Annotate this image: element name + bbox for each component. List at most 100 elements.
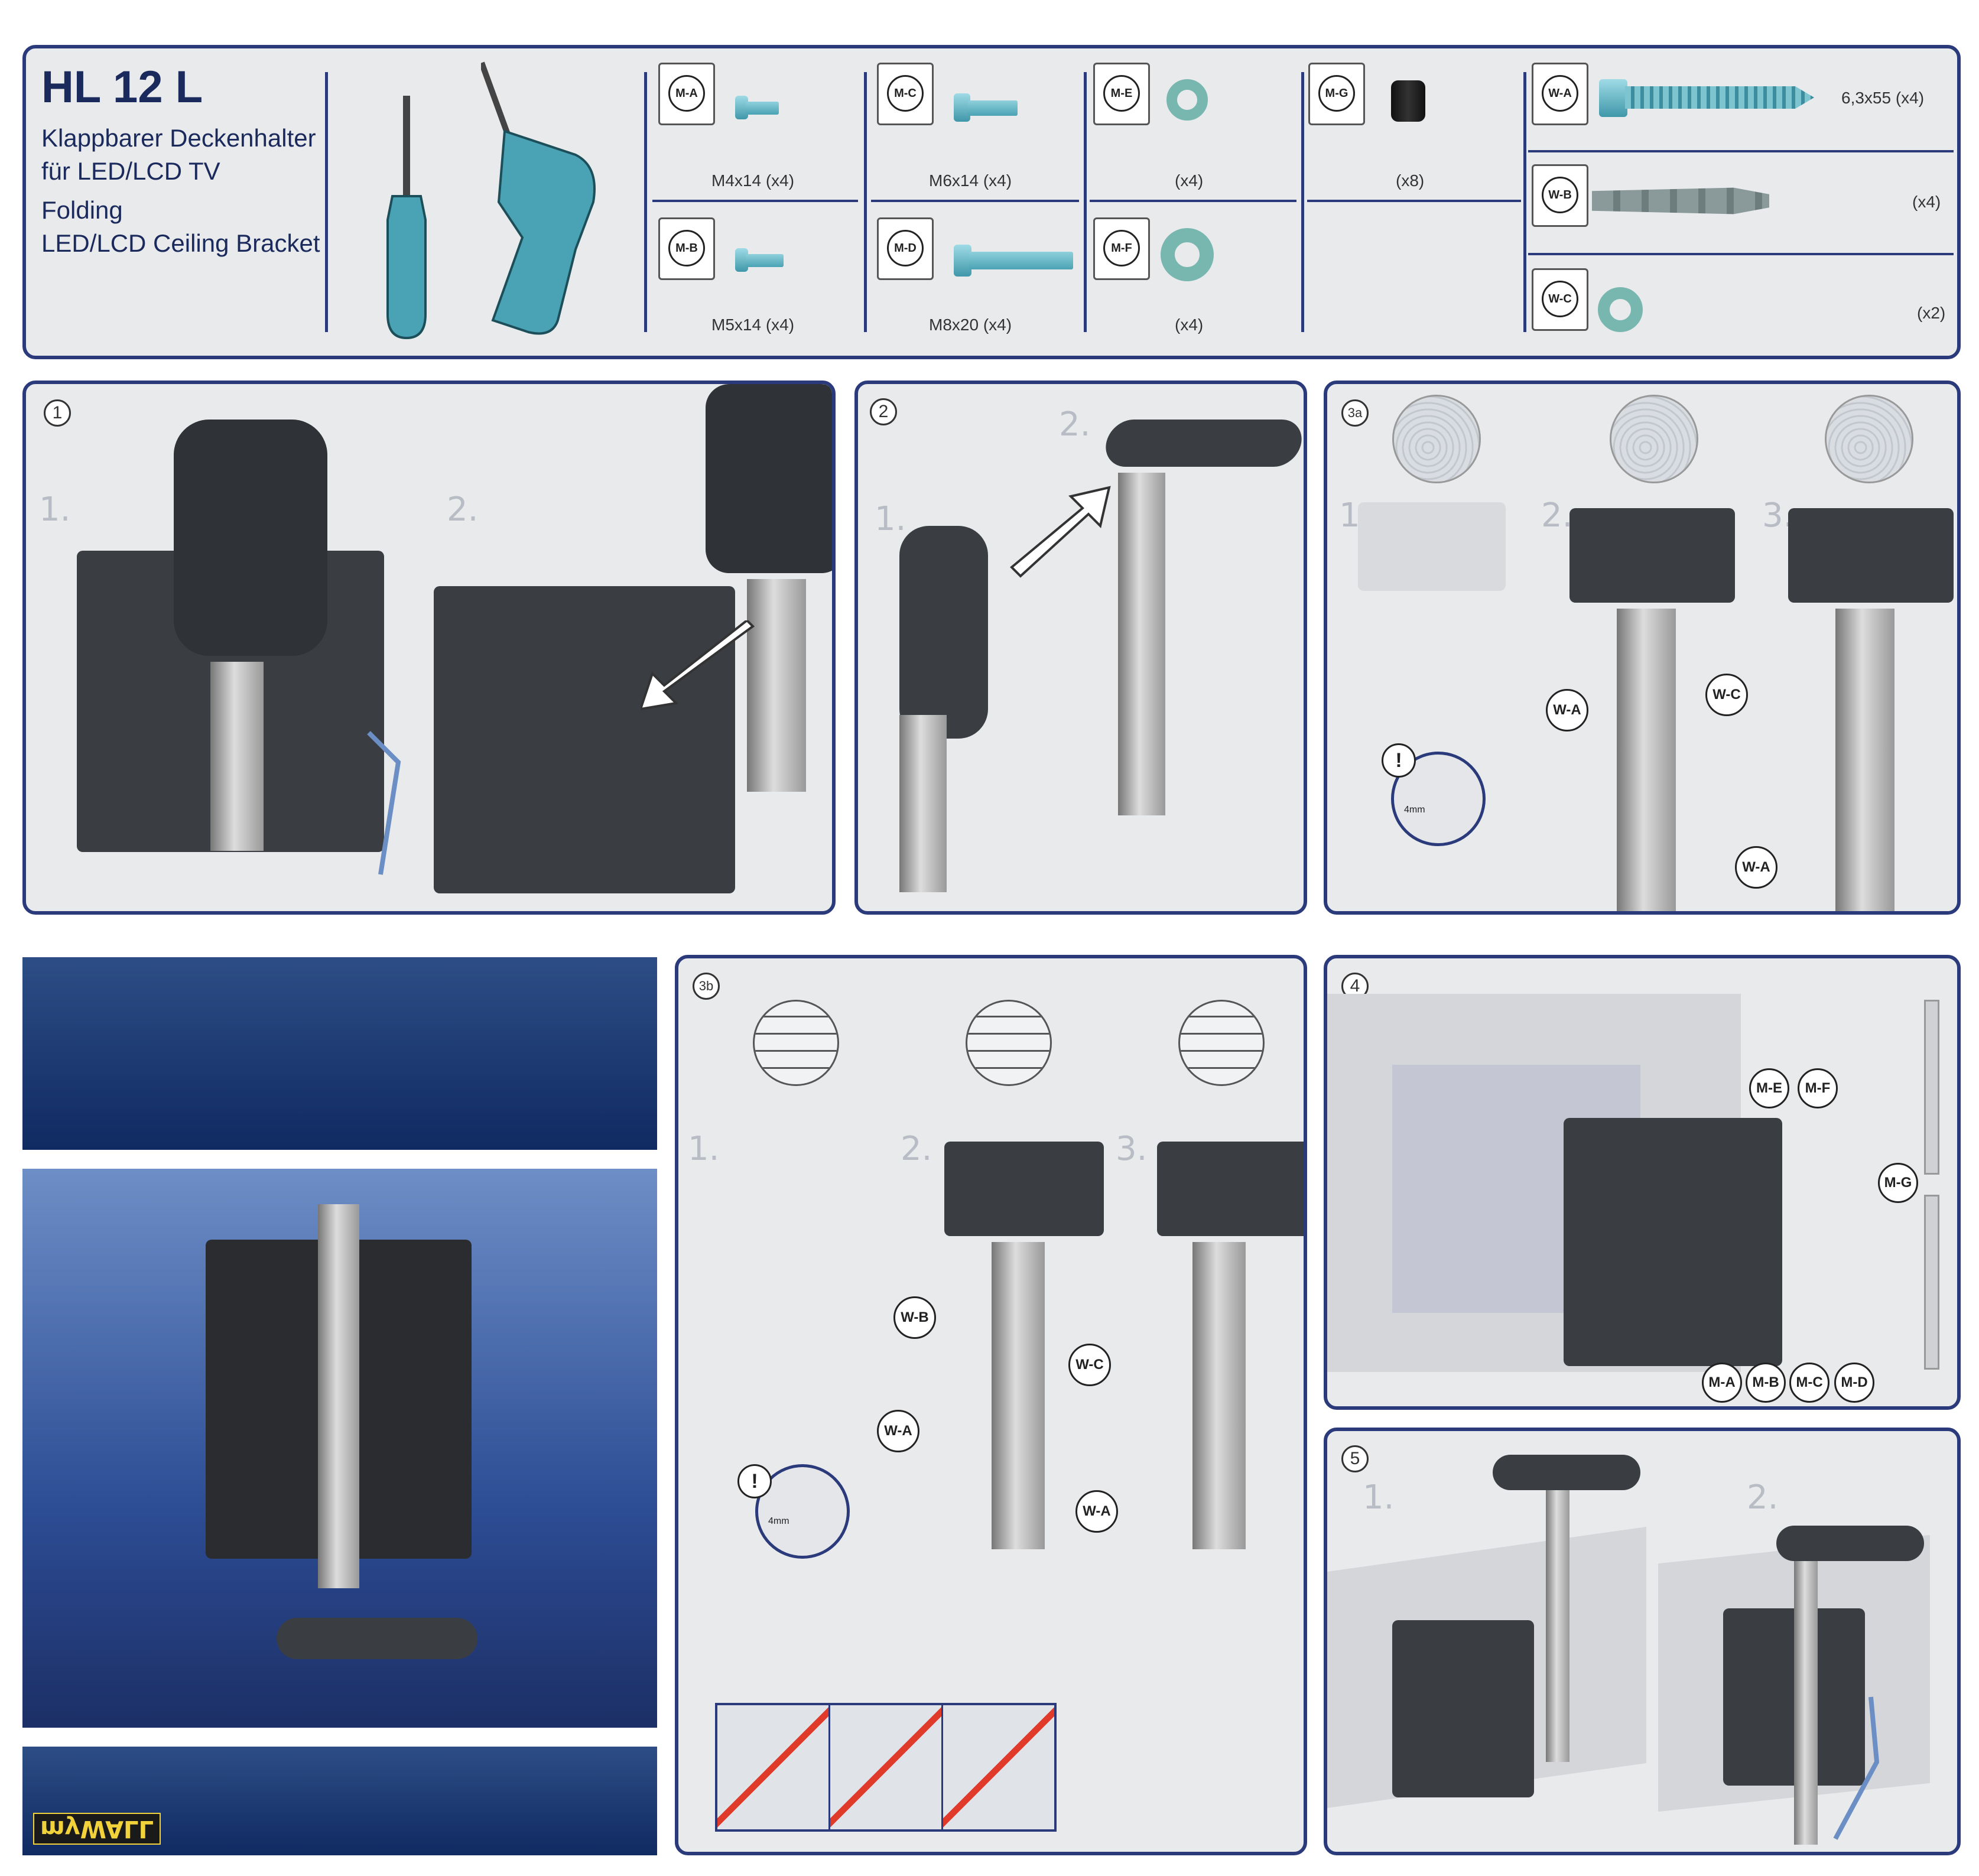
support-arm [210,662,264,851]
brick-wall-icon [966,1000,1052,1086]
callout-m-d: M-D [1834,1363,1874,1403]
label-w-c: (x2) [1917,304,1946,322]
bag-w-b: W-B [1532,164,1588,227]
callout-w-a: W-A [1735,846,1777,889]
label-m-b: M5x14 (x4) [711,316,795,334]
tag-m-f: M-F [1103,230,1140,266]
spacer-side-view [1924,1195,1939,1370]
depth-label: 4mm [768,1516,789,1526]
brick-wall-icon [753,1000,839,1086]
label-m-g: (x8) [1396,171,1425,190]
warning-icon: ! [737,1464,772,1498]
step-number: 2 [870,398,897,425]
substep-label: 1. [1363,1478,1395,1517]
tilt-head [706,384,832,573]
step-number: 3a [1341,399,1369,427]
callout-m-g: M-G [1878,1163,1918,1203]
warning-no-gas [943,1705,1054,1829]
support-arm [1546,1490,1569,1762]
screw-m-b-shaft [746,254,784,267]
label-m-c: M6x14 (x4) [929,171,1012,190]
support-arm [1794,1561,1818,1845]
ceiling-plate [944,1142,1104,1236]
ceiling-plate [277,1618,477,1659]
arrow-icon [1010,486,1111,578]
tag-m-c: M-C [887,75,924,112]
tag-w-a: W-A [1542,75,1578,112]
callout-m-a: M-A [1702,1363,1742,1403]
title-de-line2: für LED/LCD TV [41,157,220,185]
support-arm [1617,609,1676,911]
washer-m-f-icon [1161,228,1214,281]
ceiling-plate [1493,1455,1640,1490]
substep-label: 2. [1747,1478,1779,1517]
tag-m-b: M-B [668,230,705,266]
ceiling-plate [1788,508,1954,603]
substep-label: 3. [1116,1130,1148,1168]
safety-warning-box [715,1703,1057,1832]
brick-wall-icon [1178,1000,1265,1086]
bag-w-c: W-C [1532,268,1588,331]
model-title: HL 12 L [41,62,203,112]
bag-m-b: M-B [658,217,715,280]
callout-m-f: M-F [1798,1068,1838,1108]
step-3b-panel: 3b 1. 2. 3. W-B W-A W-C W-A ! 4mm [675,955,1307,1855]
depth-label: 4mm [1404,805,1425,815]
blue-banner-top [22,957,657,1150]
tag-m-e: M-E [1103,75,1140,112]
title-en-line1: Folding [41,196,123,224]
arrow-icon [641,620,755,711]
step-number: 3b [693,973,720,1000]
blue-banner-bottom: myWALL [22,1747,657,1855]
divider [1528,150,1954,152]
callout-m-c: M-C [1789,1363,1829,1403]
screwdriver-icon [386,96,427,340]
ceiling-plate [1101,420,1304,467]
cap-m-g-icon [1391,80,1425,122]
callout-m-b: M-B [1746,1363,1786,1403]
tilt-head [899,526,988,739]
bag-w-a: W-A [1532,63,1588,125]
label-m-d: M8x20 (x4) [929,316,1012,334]
callout-w-c: W-C [1705,674,1748,716]
allen-key-icon [367,731,401,875]
screw-m-a-shaft [746,102,779,115]
substep-label: 1. [875,500,906,538]
vesa-plate [1392,1620,1534,1797]
bag-m-g: M-G [1308,63,1365,125]
bag-m-f: M-F [1093,217,1150,280]
washer-m-e-icon [1166,79,1208,121]
warning-no-electric [717,1705,830,1829]
ceiling-plate [1776,1526,1924,1561]
label-m-f: (x4) [1175,316,1204,334]
warning-icon: ! [1382,743,1416,778]
ceiling-plate [1569,508,1735,603]
support-arm [318,1204,359,1588]
tag-m-a: M-A [668,75,705,112]
bag-m-e: M-E [1093,63,1150,125]
support-arm [992,1242,1045,1549]
divider [1084,72,1087,332]
divider [1528,253,1954,255]
substep-label: 2. [1541,496,1573,535]
wood-ceiling-icon [1825,395,1913,483]
divider [1301,72,1304,332]
substep-label: 1. [688,1130,720,1168]
drill-icon [481,61,596,335]
wood-ceiling-icon [1610,395,1698,483]
brand-logo: myWALL [33,1813,161,1845]
product-photo [22,1169,657,1728]
spacer-side-view [1924,1000,1939,1175]
header-panel: HL 12 L Klappbarer Deckenhalter für LED/… [22,45,1961,359]
substep-label: 2. [447,490,479,529]
step-1-panel: 1 1. 2. [22,381,836,915]
callout-w-a: W-A [1075,1490,1118,1533]
label-w-a: 6,3x55 (x4) [1841,89,1925,107]
substep-label: 2. [901,1130,932,1168]
step-4-panel: 4 M-E M-F M-G M-A M-B M-C M-D [1324,955,1961,1410]
step-5-panel: 5 1. 2. [1324,1428,1961,1855]
support-arm [1118,473,1165,815]
divider [1090,200,1296,202]
ceiling-plate [1157,1142,1304,1236]
title-de-line1: Klappbarer Deckenhalter [41,124,316,152]
